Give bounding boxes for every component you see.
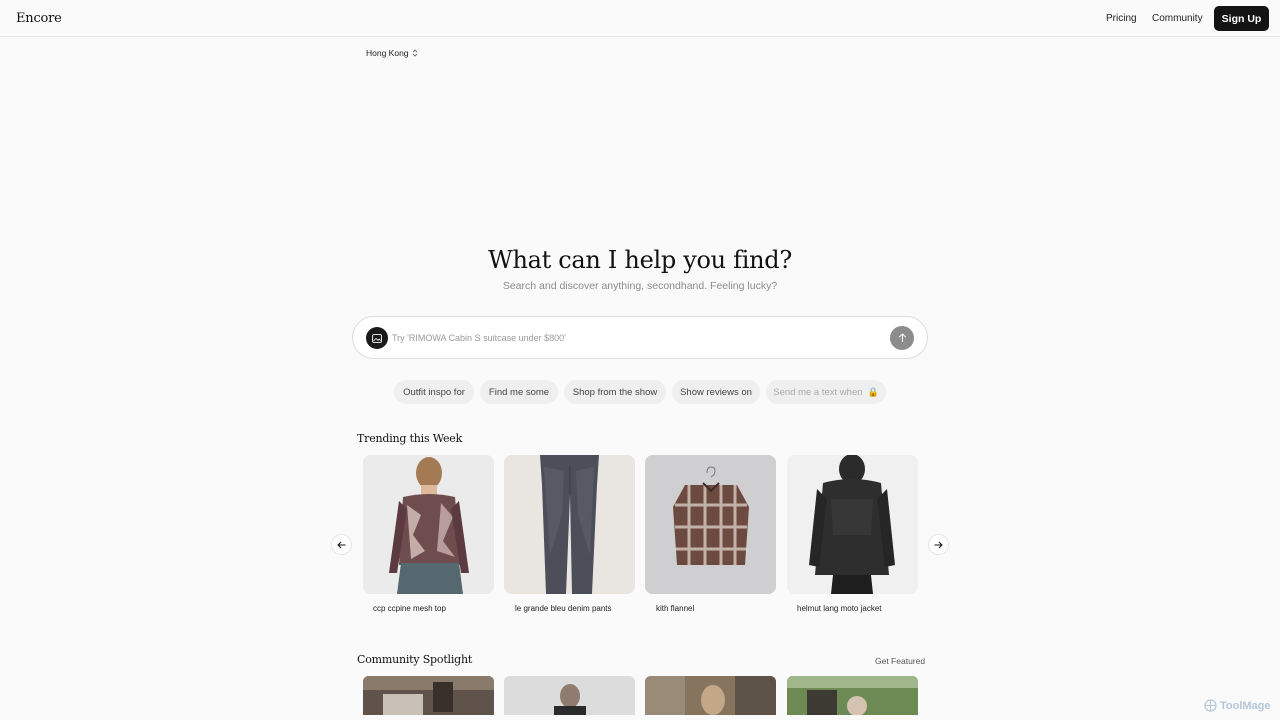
product-image[interactable] [787,455,918,594]
chip-label: Outfit inspo for [403,386,465,398]
logo[interactable]: Encore [16,11,62,26]
chevron-updown-icon [412,49,417,57]
chip-label: Find me some [488,386,550,398]
sign-up-button[interactable]: Sign Up [1214,6,1269,31]
chip-show-reviews-on[interactable]: Show reviews on [672,380,760,404]
watermark-label: ToolMage [1220,699,1271,712]
hero-title: What can I help you find? [488,246,792,274]
suggestion-chips: Outfit inspo for Find me some Shop from … [0,380,1280,404]
search-input[interactable] [392,329,872,347]
product-caption[interactable]: le grande bleu denim pants [515,604,612,613]
image-icon [372,333,382,343]
chip-label: Send me a text when [773,386,863,398]
carousel-prev-button[interactable] [331,534,352,555]
carousel-next-button[interactable] [928,534,949,555]
product-caption[interactable]: kith flannel [656,604,694,613]
location-selector[interactable]: Hong Kong [366,48,418,58]
product-caption[interactable]: helmut lang moto jacket [797,604,882,613]
chip-find-me-some[interactable]: Find me some [480,380,558,404]
nav-link-pricing[interactable]: Pricing [1106,13,1137,24]
get-featured-link[interactable]: Get Featured [875,656,925,666]
community-image[interactable] [645,676,776,715]
location-label: Hong Kong [366,48,409,58]
search-box [352,316,928,359]
lock-icon: 🔒 [867,386,879,397]
product-image[interactable] [504,455,635,594]
chip-label: Shop from the show [572,386,658,398]
product-caption[interactable]: ccp ccpine mesh top [373,604,446,613]
chip-label: Show reviews on [680,386,752,398]
community-section-title: Community Spotlight [357,653,473,666]
community-image[interactable] [504,676,635,715]
community-image[interactable] [787,676,918,715]
arrow-left-icon [337,541,346,548]
hero-subtitle: Search and discover anything, secondhand… [502,280,778,292]
product-image[interactable] [645,455,776,594]
chip-shop-from-the-show[interactable]: Shop from the show [564,380,666,404]
trending-section-title: Trending this Week [357,432,463,445]
arrow-up-icon [898,333,906,342]
community-image[interactable] [363,676,494,715]
send-button[interactable] [890,326,914,350]
product-image[interactable] [363,455,494,594]
nav-link-community[interactable]: Community [1152,13,1203,24]
toolmage-logo-icon [1204,699,1217,712]
chip-outfit-inspo[interactable]: Outfit inspo for [394,380,474,404]
watermark: ToolMage [1204,699,1271,712]
chip-send-me-a-text-when[interactable]: Send me a text when 🔒 [766,380,886,404]
top-navigation-bar: Encore Pricing Community Sign Up [0,0,1280,37]
arrow-right-icon [934,541,943,548]
image-upload-button[interactable] [366,327,388,349]
